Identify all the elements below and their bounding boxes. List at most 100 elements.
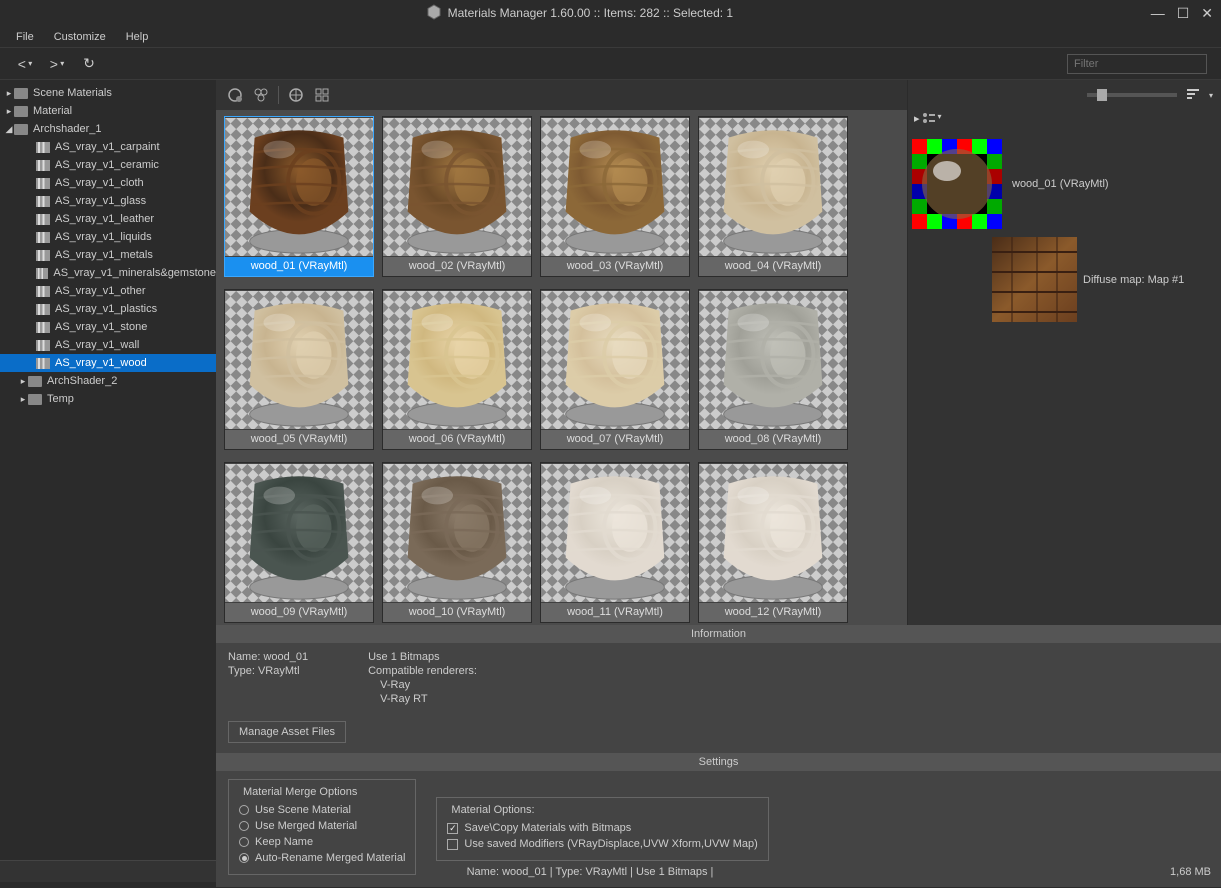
thumbnail-grid: wood_01 (VRayMtl) wood_02 (VRayMtl) wood…	[216, 110, 907, 625]
info-bitmaps: Use 1 Bitmaps	[368, 651, 477, 663]
thumb-wood_01[interactable]: wood_01 (VRayMtl)	[224, 116, 374, 277]
thumb-label: wood_09 (VRayMtl)	[225, 603, 373, 622]
tree-item-as-vray-v1-stone[interactable]: AS_vray_v1_stone	[0, 318, 216, 336]
menu-customize[interactable]: Customize	[46, 28, 114, 46]
tree-item-as-vray-v1-other[interactable]: AS_vray_v1_other	[0, 282, 216, 300]
thumb-label: wood_12 (VRayMtl)	[699, 603, 847, 622]
file-icon	[36, 142, 50, 153]
expand-right-icon[interactable]: ▸	[914, 112, 920, 127]
info-type: Type: VRayMtl	[228, 665, 308, 677]
app-icon	[426, 4, 442, 23]
status-center: Name: wood_01 | Type: VRayMtl | Use 1 Bi…	[10, 866, 1170, 878]
file-icon	[36, 160, 50, 171]
sort-icon[interactable]	[1185, 87, 1201, 104]
thumb-label: wood_10 (VRayMtl)	[383, 603, 531, 622]
thumb-label: wood_03 (VRayMtl)	[541, 257, 689, 276]
thumb-wood_04[interactable]: wood_04 (VRayMtl)	[698, 116, 848, 277]
tree-item-as-vray-v1-plastics[interactable]: AS_vray_v1_plastics	[0, 300, 216, 318]
thumb-wood_09[interactable]: wood_09 (VRayMtl)	[224, 462, 374, 623]
diffuse-map-preview	[992, 237, 1077, 322]
radio-use-merged[interactable]: Use Merged Material	[239, 818, 405, 834]
thumb-wood_08[interactable]: wood_08 (VRayMtl)	[698, 289, 848, 450]
thumb-wood_10[interactable]: wood_10 (VRayMtl)	[382, 462, 532, 623]
thumb-wood_07[interactable]: wood_07 (VRayMtl)	[540, 289, 690, 450]
tree-temp[interactable]: ▸Temp	[0, 390, 216, 408]
material-options-title: Material Options:	[447, 804, 538, 816]
info-renderer-1: V-Ray	[368, 679, 477, 691]
file-icon	[36, 268, 48, 279]
nav-forward-button[interactable]: > ▾	[46, 53, 68, 75]
preview-material-name: wood_01 (VRayMtl)	[1012, 178, 1109, 190]
tree-item-as-vray-v1-liquids[interactable]: AS_vray_v1_liquids	[0, 228, 216, 246]
thumb-label: wood_11 (VRayMtl)	[541, 603, 689, 622]
tree-sidebar: ▸Scene Materials ▸Material ◢Archshader_1…	[0, 80, 216, 860]
radio-keep-name[interactable]: Keep Name	[239, 834, 405, 850]
thumb-label: wood_06 (VRayMtl)	[383, 430, 531, 449]
tree-item-as-vray-v1-carpaint[interactable]: AS_vray_v1_carpaint	[0, 138, 216, 156]
status-size: 1,68 MB	[1170, 866, 1211, 878]
tree-item-as-vray-v1-ceramic[interactable]: AS_vray_v1_ceramic	[0, 156, 216, 174]
close-button[interactable]: ✕	[1201, 5, 1213, 22]
check-use-saved-modifiers[interactable]: Use saved Modifiers (VRayDisplace,UVW Xf…	[447, 836, 757, 852]
thumb-size-slider[interactable]	[1087, 93, 1177, 97]
filter-input[interactable]	[1067, 54, 1207, 74]
thumb-wood_12[interactable]: wood_12 (VRayMtl)	[698, 462, 848, 623]
thumb-wood_06[interactable]: wood_06 (VRayMtl)	[382, 289, 532, 450]
file-icon	[36, 286, 50, 297]
maximize-button[interactable]: ☐	[1177, 5, 1190, 22]
assign-scene-icon[interactable]	[250, 84, 272, 106]
thumb-label: wood_04 (VRayMtl)	[699, 257, 847, 276]
sort-dropdown-icon[interactable]: ▾	[1209, 91, 1213, 100]
file-icon	[36, 232, 50, 243]
file-icon	[36, 178, 50, 189]
thumb-wood_03[interactable]: wood_03 (VRayMtl)	[540, 116, 690, 277]
radio-use-scene[interactable]: Use Scene Material	[239, 802, 405, 818]
assign-sel-icon[interactable]	[224, 84, 246, 106]
file-icon	[36, 322, 50, 333]
preview-dropdown-icon[interactable]: ▾	[938, 112, 942, 127]
file-icon	[36, 358, 50, 369]
tree-item-as-vray-v1-metals[interactable]: AS_vray_v1_metals	[0, 246, 216, 264]
thumb-wood_05[interactable]: wood_05 (VRayMtl)	[224, 289, 374, 450]
info-compat: Compatible renderers:	[368, 665, 477, 677]
thumb-label: wood_08 (VRayMtl)	[699, 430, 847, 449]
info-renderer-2: V-Ray RT	[368, 693, 477, 705]
check-save-bitmaps[interactable]: ✓Save\Copy Materials with Bitmaps	[447, 820, 757, 836]
tree-material[interactable]: ▸Material	[0, 102, 216, 120]
tool-3-icon[interactable]	[285, 84, 307, 106]
menu-file[interactable]: File	[8, 28, 42, 46]
refresh-button[interactable]: ↻	[78, 53, 100, 75]
settings-header[interactable]: Settings	[216, 753, 1221, 771]
information-header[interactable]: Information	[216, 625, 1221, 643]
thumb-label: wood_07 (VRayMtl)	[541, 430, 689, 449]
tree-item-as-vray-v1-wall[interactable]: AS_vray_v1_wall	[0, 336, 216, 354]
window-title: Materials Manager 1.60.00 :: Items: 282 …	[448, 6, 734, 20]
thumb-wood_02[interactable]: wood_02 (VRayMtl)	[382, 116, 532, 277]
radio-auto-rename[interactable]: Auto-Rename Merged Material	[239, 850, 405, 866]
thumb-label: wood_02 (VRayMtl)	[383, 257, 531, 276]
thumb-wood_11[interactable]: wood_11 (VRayMtl)	[540, 462, 690, 623]
file-icon	[36, 304, 50, 315]
nav-back-button[interactable]: < ▾	[14, 53, 36, 75]
tree-archshader-1[interactable]: ◢Archshader_1	[0, 120, 216, 138]
thumb-label: wood_01 (VRayMtl)	[225, 257, 373, 276]
tool-4-icon[interactable]	[311, 84, 333, 106]
thumb-label: wood_05 (VRayMtl)	[225, 430, 373, 449]
preview-opts-icon[interactable]	[922, 112, 936, 127]
file-icon	[36, 340, 50, 351]
tree-item-as-vray-v1-cloth[interactable]: AS_vray_v1_cloth	[0, 174, 216, 192]
merge-options-title: Material Merge Options	[239, 786, 361, 798]
file-icon	[36, 196, 50, 207]
file-icon	[36, 250, 50, 261]
manage-asset-files-button[interactable]: Manage Asset Files	[228, 721, 346, 743]
file-icon	[36, 214, 50, 225]
menu-help[interactable]: Help	[118, 28, 157, 46]
tree-archshader-2[interactable]: ▸ArchShader_2	[0, 372, 216, 390]
minimize-button[interactable]: —	[1151, 5, 1165, 22]
tree-item-as-vray-v1-minerals-gemstone[interactable]: AS_vray_v1_minerals&gemstone	[0, 264, 216, 282]
tree-item-as-vray-v1-wood[interactable]: AS_vray_v1_wood	[0, 354, 216, 372]
tree-item-as-vray-v1-glass[interactable]: AS_vray_v1_glass	[0, 192, 216, 210]
material-preview-sphere	[912, 139, 1002, 229]
tree-item-as-vray-v1-leather[interactable]: AS_vray_v1_leather	[0, 210, 216, 228]
tree-scene-materials[interactable]: ▸Scene Materials	[0, 84, 216, 102]
